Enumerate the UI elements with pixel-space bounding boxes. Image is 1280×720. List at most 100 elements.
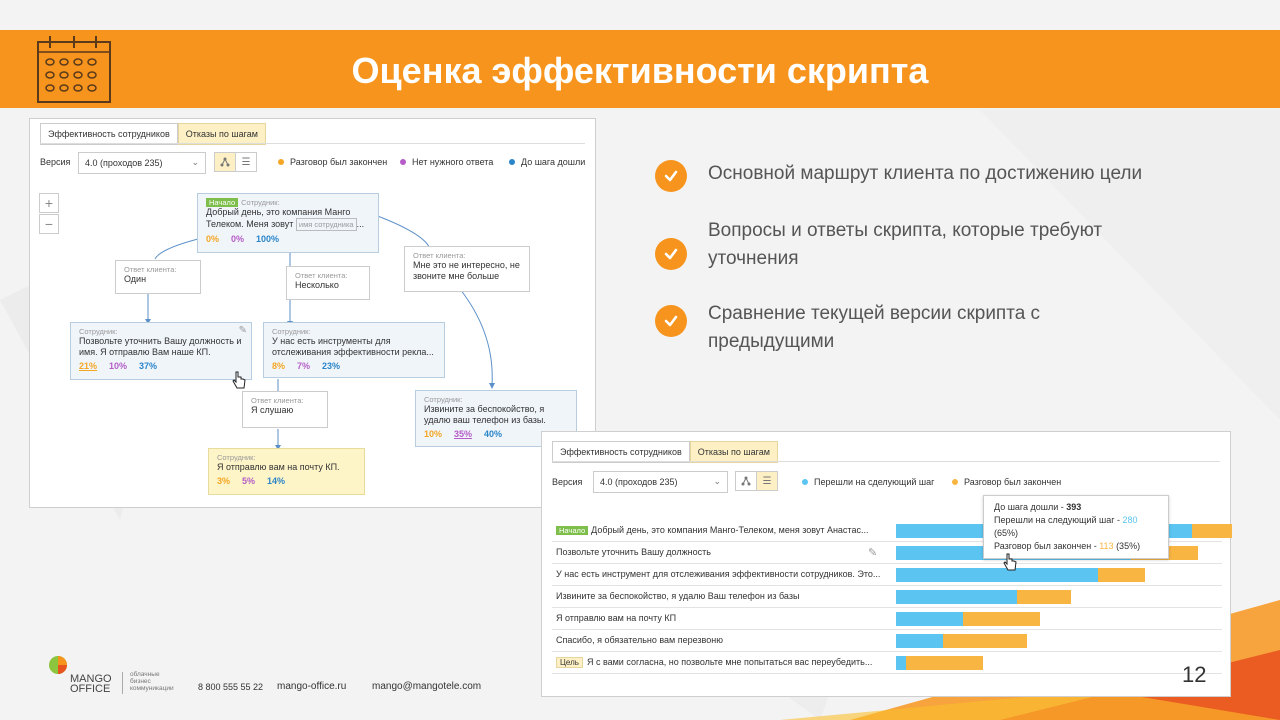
step-text: Позвольте уточнить Вашу должность xyxy=(556,547,886,557)
node-role: Сотрудник: xyxy=(424,395,463,404)
bullet-item: Сравнение текущей версии скрипта с преды… xyxy=(655,300,1108,356)
pct-reached: 23% xyxy=(322,361,341,371)
hand-cursor-icon xyxy=(1003,553,1017,571)
bar-tooltip: До шага дошли - 393 Перешли на следующий… xyxy=(983,495,1169,559)
brand-tagline: облачные бизнес коммуникации xyxy=(130,671,174,692)
pct-no-answer: 10% xyxy=(109,361,128,371)
step-text: Цель Я с вами согласна, но позвольте мне … xyxy=(556,657,886,668)
bullet-item: Вопросы и ответы скрипта, которые требую… xyxy=(655,217,1148,273)
step-label: У нас есть инструмент для отслеживания э… xyxy=(556,569,881,579)
tab-step-refusals[interactable]: Отказы по шагам xyxy=(689,441,778,463)
bar-next-step[interactable] xyxy=(896,568,1098,582)
pct-no-answer: 5% xyxy=(242,476,256,486)
flow-node-answer-listen[interactable]: Ответ клиента: Я слушаю xyxy=(242,391,328,428)
table-row[interactable]: У нас есть инструмент для отслеживания э… xyxy=(552,564,1222,586)
step-text: Я отправлю вам на почту КП xyxy=(556,613,886,623)
bullet-text: Вопросы и ответы скрипта, которые требую… xyxy=(708,220,1103,269)
step-label: Добрый день, это компания Манго-Телеком,… xyxy=(591,525,869,535)
node-text: Извините за беспокойство, я удалю ваш те… xyxy=(424,404,546,425)
pct-ended: 8% xyxy=(272,361,286,371)
bar-next-step[interactable] xyxy=(896,590,1017,604)
bar-call-ended[interactable] xyxy=(963,612,1040,626)
table-row[interactable]: Спасибо, я обязательно вам перезвоню xyxy=(552,630,1222,652)
node-role: Сотрудник: xyxy=(217,453,256,462)
bar-call-ended[interactable] xyxy=(1017,590,1071,604)
pct-ended: 0% xyxy=(206,234,220,244)
bullet-item: Основной маршрут клиента по достижению ц… xyxy=(655,160,1208,192)
pct-reached: 100% xyxy=(256,234,280,244)
bullet-text: Основной маршрут клиента по достижению ц… xyxy=(708,163,1143,184)
pct-reached: 37% xyxy=(139,361,158,371)
step-text: Спасибо, я обязательно вам перезвоню xyxy=(556,635,886,645)
legend-item: Разговор был закончен xyxy=(952,477,1061,487)
pct-no-answer: 7% xyxy=(297,361,311,371)
node-text: Один xyxy=(124,274,147,284)
tree-view-button[interactable] xyxy=(735,471,757,491)
node-role: Сотрудник: xyxy=(79,327,118,336)
chevron-down-icon: ⌄ xyxy=(713,476,721,486)
light-blue-dot-icon xyxy=(802,479,808,485)
bar-call-ended[interactable] xyxy=(943,634,1027,648)
bar-next-step[interactable] xyxy=(896,656,906,670)
flow-node-answer-not-interested[interactable]: Ответ клиента: Мне это не интересно, не … xyxy=(404,246,530,292)
flow-node-start[interactable]: Начало Сотрудник: Добрый день, это компан… xyxy=(197,193,379,253)
node-role: Сотрудник: xyxy=(241,198,280,207)
pct-ended: 10% xyxy=(424,429,443,439)
step-label: Я с вами согласна, но позвольте мне попы… xyxy=(586,657,873,667)
calendar-icon xyxy=(37,36,111,103)
pct-no-answer: 0% xyxy=(231,234,245,244)
flow-node-tools[interactable]: Сотрудник: У нас есть инструменты для от… xyxy=(263,322,445,378)
flow-node-position[interactable]: Сотрудник: Позвольте уточнить Вашу должн… xyxy=(70,322,252,380)
table-row[interactable]: Я отправлю вам на почту КП xyxy=(552,608,1222,630)
bar-next-step[interactable] xyxy=(896,612,963,626)
start-badge: Начало xyxy=(556,526,589,535)
node-role: Ответ клиента: xyxy=(295,271,348,280)
pct-no-answer[interactable]: 35% xyxy=(454,429,472,439)
legend-label: Разговор был закончен xyxy=(964,477,1062,487)
orange-dot-icon xyxy=(952,479,958,485)
brand-office: OFFICE xyxy=(70,683,111,695)
bar-call-ended[interactable] xyxy=(1098,568,1145,582)
node-role: Ответ клиента: xyxy=(251,396,304,405)
node-text: Мне это не интересно, не звоните мне бол… xyxy=(413,260,520,281)
table-row[interactable]: Извините за беспокойство, я удалю Ваш те… xyxy=(552,586,1222,608)
step-label: Спасибо, я обязательно вам перезвоню xyxy=(556,635,723,645)
goal-badge: Цель xyxy=(556,657,583,668)
version-value: 4.0 (проходов 235) xyxy=(600,477,678,487)
tooltip-next: Перешли на следующий шаг - 280 (65%) xyxy=(994,515,1138,538)
step-label: Позвольте уточнить Вашу должность xyxy=(556,547,711,557)
flow-node-answer-one[interactable]: Ответ клиента: Один xyxy=(115,260,201,294)
pct-reached: 14% xyxy=(267,476,286,486)
tab-employee-efficiency[interactable]: Эффективность сотрудников xyxy=(552,441,690,463)
footer-phone: 8 800 555 55 22 xyxy=(198,682,264,692)
node-text: Позвольте уточнить Вашу должность и имя.… xyxy=(79,336,242,357)
table-row[interactable]: Цель Я с вами согласна, но позвольте мне … xyxy=(552,652,1222,674)
list-icon: ☰ xyxy=(762,475,772,487)
version-select[interactable]: 4.0 (проходов 235) ⌄ xyxy=(593,471,728,493)
footer-site-link[interactable]: mango-office.ru xyxy=(277,681,346,692)
node-text: Я отправлю вам на почту КП. xyxy=(217,462,340,472)
bar-next-step[interactable] xyxy=(896,634,943,648)
pencil-icon[interactable]: ✎ xyxy=(868,546,877,559)
tree-icon xyxy=(741,476,751,486)
flow-node-answer-several[interactable]: Ответ клиента: Несколько xyxy=(286,266,370,300)
step-label: Я отправлю вам на почту КП xyxy=(556,613,677,623)
checkmark-icon xyxy=(655,160,687,192)
bullet-text: Сравнение текущей версии скрипта с преды… xyxy=(708,303,1041,352)
bar-call-ended[interactable] xyxy=(906,656,983,670)
checkmark-icon xyxy=(655,238,687,270)
list-view-button[interactable]: ☰ xyxy=(756,471,778,491)
node-text: Я слушаю xyxy=(251,405,294,415)
pencil-icon[interactable]: ✎ xyxy=(239,325,247,336)
flow-node-send-mail[interactable]: Сотрудник: Я отправлю вам на почту КП. 3… xyxy=(208,448,365,495)
tooltip-ended: Разговор был закончен - 113 (35%) xyxy=(994,541,1141,551)
page-title: Оценка эффективности скрипта xyxy=(351,50,929,91)
legend-item: Перешли на сделующий шаг xyxy=(802,477,934,487)
checkmark-icon xyxy=(655,305,687,337)
script-flow-panel: Эффективность сотрудников Отказы по шага… xyxy=(29,118,596,508)
footer-email-link[interactable]: mango@mangotele.com xyxy=(372,681,481,692)
pct-ended[interactable]: 21% xyxy=(79,361,97,371)
step-text: У нас есть инструмент для отслеживания э… xyxy=(556,569,886,579)
bar-call-ended[interactable] xyxy=(1192,524,1232,538)
pct-reached: 40% xyxy=(484,429,503,439)
